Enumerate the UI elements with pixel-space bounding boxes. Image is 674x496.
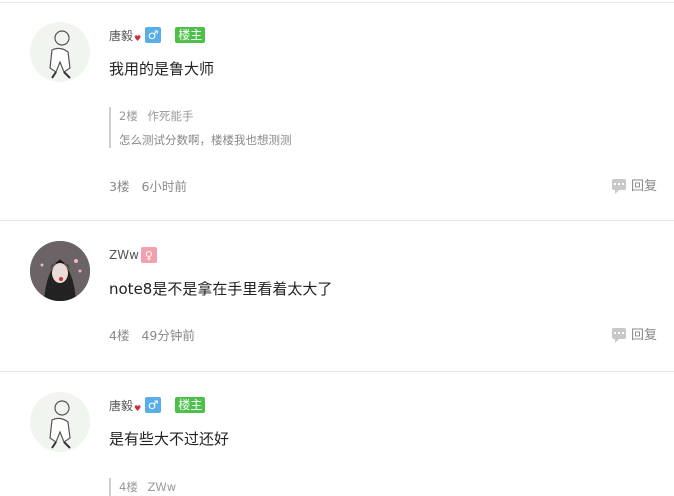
quote-username[interactable]: ZWw bbox=[147, 480, 176, 494]
avatar[interactable] bbox=[30, 241, 90, 301]
comment-content: 是有些大不过还好 bbox=[109, 430, 230, 448]
male-gender-icon: ♂ bbox=[145, 397, 162, 413]
quoted-reply: 2楼 作死能手 怎么测试分数啊，楼楼我也想测测 bbox=[109, 107, 292, 148]
comment-item: ZWw ♀ note8是不是拿在手里看着太大了 4楼 49分钟前 回复 bbox=[0, 221, 674, 371]
comment-bubble-icon bbox=[611, 328, 626, 343]
floor-number: 3楼 bbox=[109, 179, 130, 194]
user-line: ZWw ♀ bbox=[109, 246, 157, 264]
heart-icon: ♥ bbox=[134, 33, 142, 43]
quote-floor: 2楼 bbox=[119, 109, 138, 123]
quote-floor: 4楼 bbox=[119, 480, 138, 494]
avatar[interactable] bbox=[30, 392, 90, 452]
timestamp: 6小时前 bbox=[141, 179, 187, 194]
username[interactable]: 唐毅 bbox=[109, 397, 133, 414]
male-gender-icon: ♂ bbox=[145, 27, 162, 43]
comment-bubble-icon bbox=[611, 179, 626, 194]
reply-button[interactable]: 回复 bbox=[611, 324, 657, 343]
reply-button[interactable]: 回复 bbox=[611, 175, 657, 194]
comment-meta: 4楼 49分钟前 bbox=[109, 325, 195, 344]
username[interactable]: 唐毅 bbox=[109, 27, 133, 44]
user-line: 唐毅 ♥ ♂ 楼主 bbox=[109, 396, 206, 414]
owner-badge: 楼主 bbox=[175, 397, 206, 413]
quote-text: 怎么测试分数啊，楼楼我也想测测 bbox=[119, 133, 292, 147]
heart-icon: ♥ bbox=[134, 403, 142, 413]
comment-item: 唐毅 ♥ ♂ 楼主 是有些大不过还好 4楼 ZWw bbox=[0, 372, 674, 496]
reply-label: 回复 bbox=[630, 328, 657, 343]
quoted-reply: 4楼 ZWw bbox=[109, 478, 176, 496]
quote-username[interactable]: 作死能手 bbox=[147, 109, 193, 123]
user-line: 唐毅 ♥ ♂ 楼主 bbox=[109, 26, 206, 44]
owner-badge: 楼主 bbox=[175, 27, 206, 43]
username[interactable]: ZWw bbox=[109, 248, 139, 262]
comment-meta: 3楼 6小时前 bbox=[109, 176, 187, 195]
avatar[interactable] bbox=[30, 22, 90, 82]
timestamp: 49分钟前 bbox=[141, 328, 195, 343]
comment-content: note8是不是拿在手里看着太大了 bbox=[109, 280, 333, 298]
comment-content: 我用的是鲁大师 bbox=[109, 60, 215, 78]
female-gender-icon: ♀ bbox=[140, 247, 157, 263]
floor-number: 4楼 bbox=[109, 328, 130, 343]
comment-item: 唐毅 ♥ ♂ 楼主 我用的是鲁大师 2楼 作死能手 怎么测试分数啊，楼楼我也想测… bbox=[0, 0, 674, 220]
reply-label: 回复 bbox=[630, 179, 657, 194]
